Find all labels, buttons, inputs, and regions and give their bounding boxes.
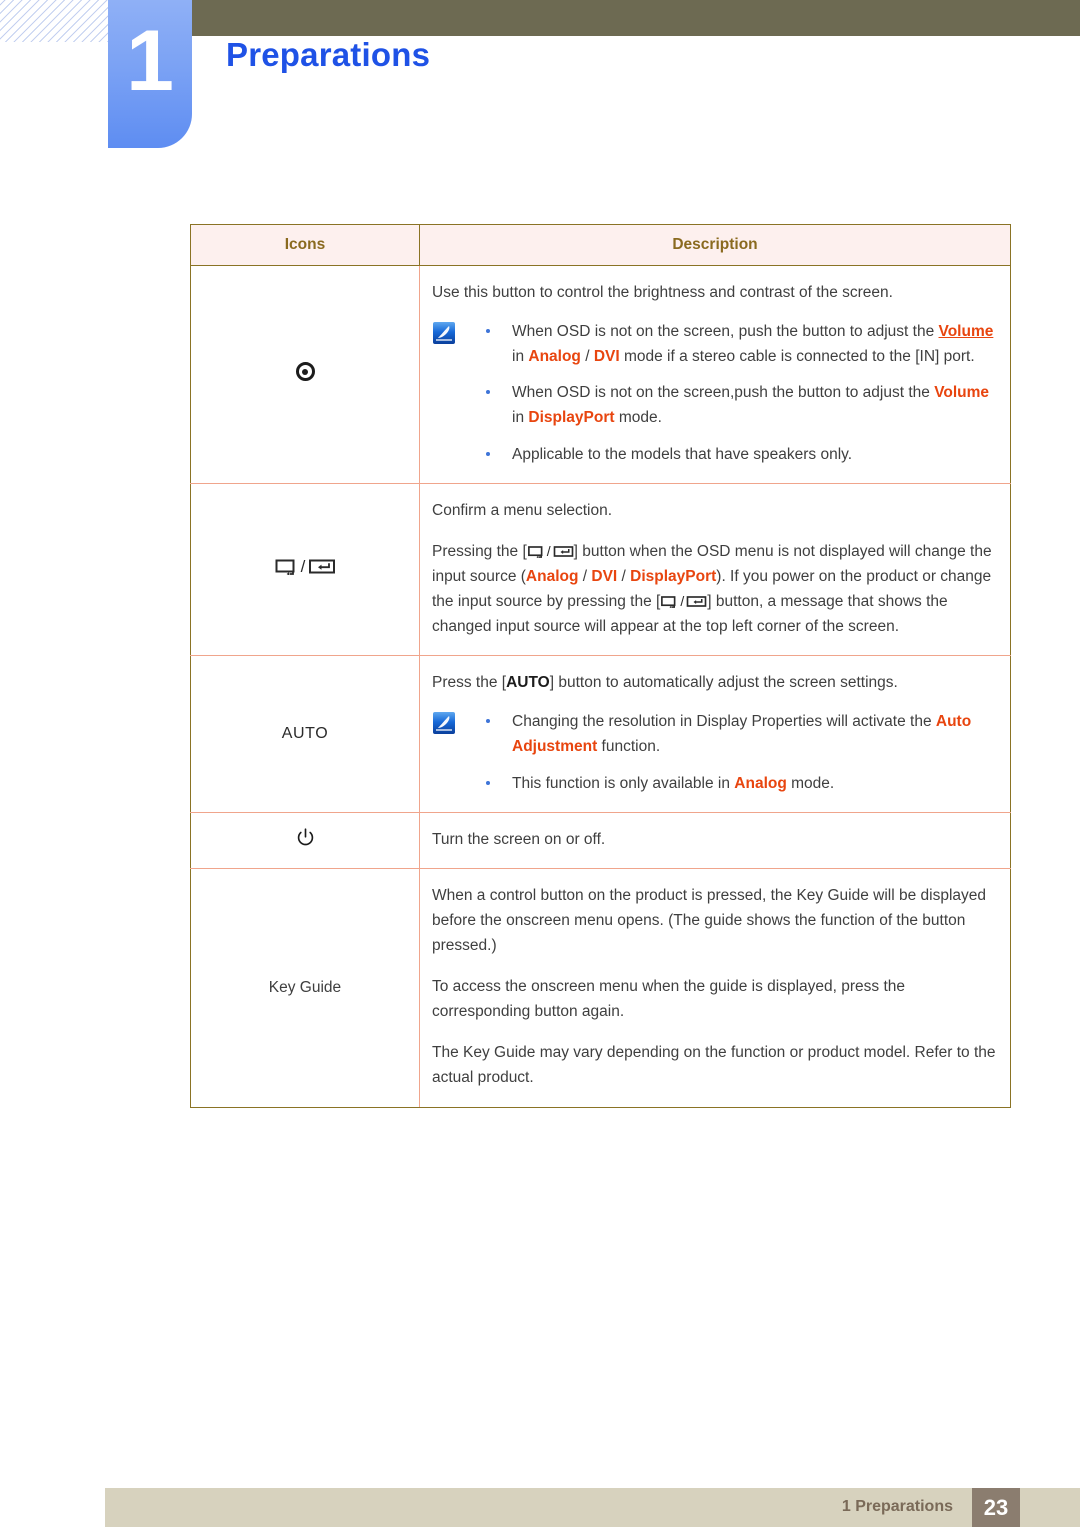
enter-rect-icon (309, 559, 336, 574)
table-row: Turn the screen on or off. (190, 811, 1011, 869)
bullet-text-1a: When OSD is not on the screen, push the … (512, 323, 994, 366)
page-title: Preparations (226, 36, 431, 73)
row3-intro-text: Press the [AUTO] button to automatically… (432, 674, 898, 692)
note-pen-icon (432, 321, 456, 345)
highlight-dvi: DVI (593, 348, 620, 366)
list-item: Changing the resolution in Display Prope… (472, 709, 996, 759)
header-olive-bar (190, 0, 1080, 36)
bullet-text-3a: Changing the resolution in Display Prope… (512, 713, 972, 756)
inline-source-enter-icon-2: / (660, 594, 707, 608)
highlight-analog-3: Analog (734, 774, 787, 792)
row1-intro-text: Use this button to control the brightnes… (432, 284, 893, 301)
highlight-dvi-2: DVI (591, 567, 618, 585)
icon-cell-brightness (190, 265, 420, 484)
highlight-displayport-2: DisplayPort (630, 567, 717, 585)
description-cell-brightness: Use this button to control the brightnes… (419, 265, 1011, 484)
highlight-analog: Analog (528, 348, 581, 366)
auto-key-label: AUTO (506, 674, 550, 692)
footer-label: 1 Preparations (841, 1498, 953, 1515)
icon-cell-auto: AUTO (190, 655, 420, 813)
chapter-number: 1 (126, 13, 174, 109)
list-item: Applicable to the models that have speak… (472, 442, 996, 467)
bullet-text-3b: This function is only available in Analo… (512, 774, 835, 792)
row3-note-body: Changing the resolution in Display Prope… (472, 709, 996, 795)
row5-paragraph-1: When a control button on the product is … (432, 886, 987, 954)
inline-source-enter-icon: / (527, 544, 574, 558)
row1-note-block: When OSD is not on the screen, push the … (432, 319, 996, 467)
row5-paragraph-2: To access the onscreen menu when the gui… (432, 978, 906, 1021)
row3-bullet-list: Changing the resolution in Display Prope… (472, 709, 996, 795)
row2-paragraph-2: Pressing the [/] button when the OSD men… (432, 542, 992, 636)
brightness-contrast-icon (295, 362, 315, 382)
row5-paragraph-3: The Key Guide may vary depending on the … (432, 1044, 996, 1087)
row1-note-body: When OSD is not on the screen, push the … (472, 319, 996, 467)
hatch-decoration (0, 0, 108, 42)
note-pen-icon (432, 711, 456, 735)
bullet-text-1c: Applicable to the models that have speak… (512, 445, 853, 463)
table-row: / Confirm a menu selection. Pressing the… (190, 482, 1011, 657)
description-cell-power: Turn the screen on or off. (419, 811, 1011, 869)
table-row: AUTO Press the [AUTO] button to automati… (190, 655, 1011, 813)
list-item: When OSD is not on the screen, push the … (472, 319, 996, 369)
column-header-icons: Icons (190, 224, 420, 266)
bullet-text-1b: When OSD is not on the screen,push the b… (512, 384, 990, 427)
icon-cell-key-guide: Key Guide (190, 867, 420, 1108)
highlight-volume: Volume (938, 323, 994, 341)
list-item: This function is only available in Analo… (472, 771, 996, 796)
auto-button-icon: AUTO (281, 724, 329, 742)
row2-paragraph-1: Confirm a menu selection. (432, 501, 613, 519)
column-header-description: Description (419, 224, 1011, 266)
power-icon (296, 828, 315, 847)
control-buttons-table-wrapper: Icons Description Use this button to con… (190, 224, 1011, 1108)
description-cell-auto: Press the [AUTO] button to automatically… (419, 655, 1011, 813)
page-number-badge: 23 (972, 1488, 1020, 1527)
icon-cell-power (190, 811, 420, 869)
row3-note-block: Changing the resolution in Display Prope… (432, 709, 996, 795)
highlight-volume-2: Volume (934, 384, 990, 402)
key-guide-label: Key Guide (268, 978, 342, 996)
table-header-row: Icons Description (190, 224, 1011, 266)
source-enter-icon: / (274, 557, 337, 577)
slash-separator: / (300, 557, 306, 577)
source-rect-icon (275, 559, 295, 576)
control-buttons-table: Icons Description Use this button to con… (190, 224, 1011, 1108)
table-row: Key Guide When a control button on the p… (190, 867, 1011, 1108)
icon-cell-source-enter: / (190, 482, 420, 657)
chapter-number-block: 1 (108, 0, 192, 148)
highlight-auto-adjustment: Auto Adjustment (512, 713, 972, 756)
table-row: Use this button to control the brightnes… (190, 265, 1011, 484)
highlight-analog-2: Analog (525, 567, 579, 585)
row1-bullet-list: When OSD is not on the screen, push the … (472, 319, 996, 467)
description-cell-source-enter: Confirm a menu selection. Pressing the [… (419, 482, 1011, 657)
description-cell-key-guide: When a control button on the product is … (419, 867, 1011, 1108)
list-item: When OSD is not on the screen,push the b… (472, 380, 996, 430)
row4-paragraph-1: Turn the screen on or off. (432, 830, 606, 848)
highlight-displayport: DisplayPort (528, 409, 615, 427)
